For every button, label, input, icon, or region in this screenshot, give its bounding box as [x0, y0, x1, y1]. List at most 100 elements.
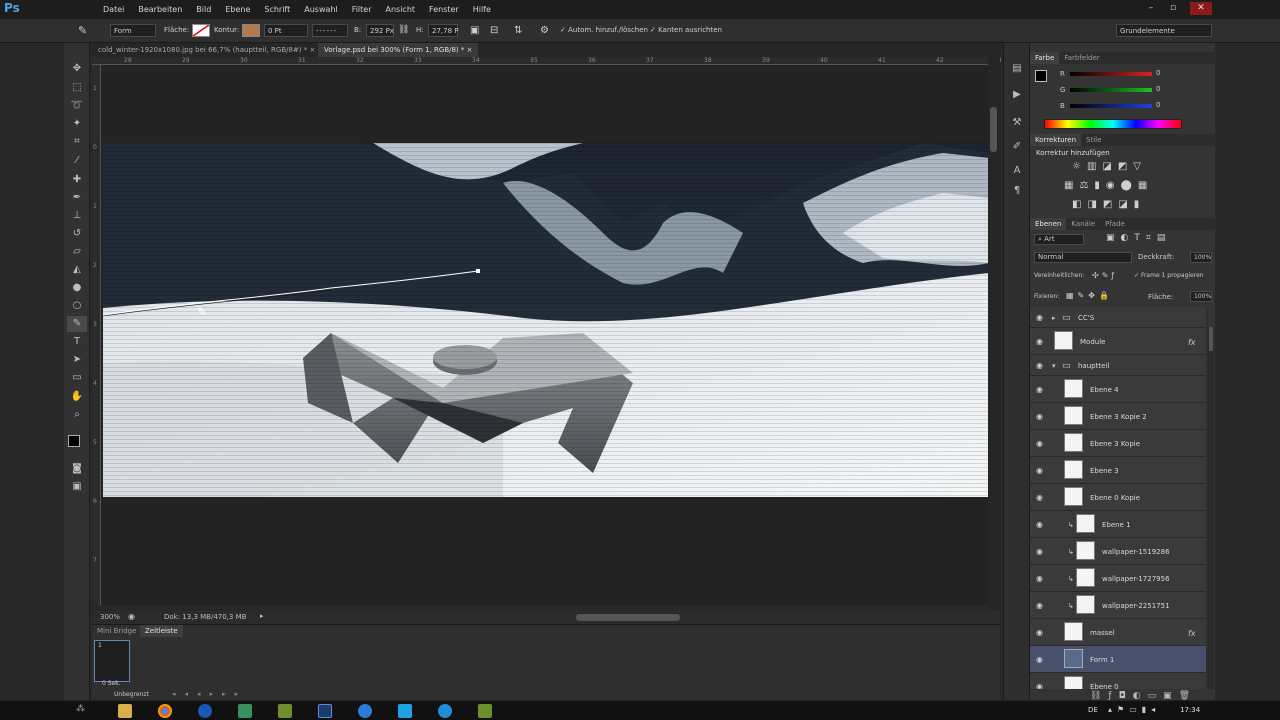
gradient-tool-icon[interactable]: ◭ [67, 262, 87, 278]
tab-mini-bridge[interactable]: Mini Bridge [92, 625, 141, 637]
hand-tool-icon[interactable]: ✋ [67, 389, 87, 405]
layer-filter-icons[interactable]: ▣◐T⌗▤ [1106, 233, 1171, 243]
layer-row[interactable]: ◉ Ebene 4 [1030, 376, 1206, 403]
menu-item[interactable]: Hilfe [466, 0, 498, 19]
tab-color[interactable]: Farbe [1030, 52, 1060, 64]
tab-channels[interactable]: Kanäle [1066, 218, 1100, 230]
layer-name[interactable]: Ebene 0 [1090, 683, 1119, 690]
visibility-eye-icon[interactable]: ◉ [1036, 682, 1046, 689]
unify-icons[interactable]: ✣✎ƒ [1092, 271, 1117, 280]
layer-name[interactable]: Ebene 3 Kopie [1090, 440, 1140, 448]
path-selection-tool-icon[interactable]: ➤ [67, 352, 87, 368]
foreground-color-swatch[interactable] [68, 435, 80, 447]
path-alignment-icon[interactable]: ⊟ [490, 24, 498, 37]
blur-tool-icon[interactable]: ● [67, 280, 87, 296]
path-operations-icon[interactable]: ▣ [470, 24, 479, 37]
status-arrow-icon[interactable]: ▸ [260, 612, 264, 620]
pen-tool-icon[interactable]: ✎ [67, 316, 87, 332]
group-toggle-icon[interactable]: ▾ [1052, 362, 1056, 370]
fill-input[interactable]: 100% [1190, 291, 1212, 302]
app-icon-4[interactable] [238, 704, 252, 718]
tool-mode-select[interactable]: Form [110, 24, 156, 37]
layer-row[interactable]: ◉ ▸ ▭ CC'S [1030, 307, 1206, 328]
visibility-eye-icon[interactable]: ◉ [1036, 466, 1046, 475]
rectangle-tool-icon[interactable]: ▭ [67, 370, 87, 386]
layer-row[interactable]: ◉ ↳ wallpaper-1727956 [1030, 565, 1206, 592]
layer-row[interactable]: ◉ Ebene 0 [1030, 673, 1206, 689]
channel-value[interactable]: 0 [1156, 69, 1186, 77]
minimize-icon[interactable]: – [1144, 2, 1158, 15]
pen-tool-icon[interactable]: ✎ [78, 24, 87, 37]
visibility-eye-icon[interactable]: ◉ [1036, 601, 1046, 610]
tab-timeline[interactable]: Zeitleiste [140, 625, 183, 637]
channel-slider[interactable] [1070, 88, 1152, 92]
adjustment-icons-row-1[interactable]: ☼▥◪◩▽ [1072, 161, 1147, 172]
layer-row[interactable]: ◉ massel fx [1030, 619, 1206, 646]
visibility-eye-icon[interactable]: ◉ [1036, 361, 1046, 370]
app-icon-7[interactable] [358, 704, 372, 718]
layer-name[interactable]: Ebene 3 [1090, 467, 1119, 475]
crop-tool-icon[interactable]: ⌗ [67, 134, 87, 150]
paragraph-icon[interactable]: ¶ [1007, 183, 1027, 199]
color-spectrum[interactable] [1044, 119, 1182, 129]
channel-value[interactable]: 0 [1156, 85, 1186, 93]
history-icon[interactable]: ▤ [1007, 61, 1027, 77]
fill-swatch[interactable] [192, 24, 210, 37]
character-icon[interactable]: A [1007, 163, 1027, 179]
frame-thumbnail[interactable]: 1 [94, 640, 130, 682]
clock[interactable]: 17:34 [1180, 706, 1200, 714]
layer-name[interactable]: hauptteil [1078, 362, 1109, 370]
fg-color-swatch[interactable] [1035, 70, 1047, 82]
align-edges-checkbox[interactable]: ✓ Kanten ausrichten [650, 24, 722, 37]
layer-name[interactable]: wallpaper-2251751 [1102, 602, 1170, 610]
visibility-eye-icon[interactable]: ◉ [1036, 655, 1046, 664]
channel-slider[interactable] [1070, 104, 1152, 108]
tray-icons[interactable]: ▴⚑▭▮◂ [1108, 705, 1160, 714]
blend-mode-select[interactable]: Normal [1034, 252, 1132, 263]
stroke-swatch[interactable] [242, 24, 260, 37]
vertical-scroll-thumb[interactable] [990, 107, 997, 152]
adjustment-icons-row-3[interactable]: ◧◨◩◪▮ [1072, 199, 1145, 210]
magic-wand-tool-icon[interactable]: ✦ [67, 116, 87, 132]
visibility-eye-icon[interactable]: ◉ [1036, 385, 1046, 394]
playback-controls[interactable]: ◂◂◂▸▸▸ [172, 690, 247, 698]
layer-name[interactable]: Form 1 [1090, 656, 1114, 664]
status-info-icon[interactable]: ◉ [128, 612, 135, 621]
lasso-tool-icon[interactable]: ➰ [67, 98, 87, 114]
opacity-input[interactable]: 100% [1190, 252, 1212, 263]
close-icon[interactable]: ✕ [1190, 2, 1212, 15]
visibility-eye-icon[interactable]: ◉ [1036, 520, 1046, 529]
link-icon[interactable]: ⛓ [398, 24, 409, 37]
tool-presets-icon[interactable]: ⚒ [1007, 115, 1027, 131]
channel-slider[interactable] [1070, 72, 1152, 76]
group-toggle-icon[interactable]: ▸ [1052, 314, 1056, 322]
stroke-width-input[interactable]: 0 Pt [264, 24, 308, 37]
layer-row[interactable]: ◉ ↳ wallpaper-2251751 [1030, 592, 1206, 619]
tab-layers[interactable]: Ebenen [1030, 218, 1067, 230]
layer-row[interactable]: ◉ Ebene 0 Kopie [1030, 484, 1206, 511]
tab-adjustments[interactable]: Korrekturen [1030, 134, 1082, 146]
workspace-select[interactable]: Grundelemente [1116, 24, 1212, 37]
layer-row[interactable]: ◉ Module fx [1030, 328, 1206, 355]
horizontal-scroll-thumb[interactable] [576, 614, 680, 621]
lock-icons[interactable]: ▦✎✥🔒 [1066, 291, 1113, 300]
layer-row[interactable]: ◉ Ebene 3 Kopie 2 [1030, 403, 1206, 430]
menu-item[interactable]: Bild [189, 0, 218, 19]
app-icon-5[interactable] [278, 704, 292, 718]
pen-path[interactable]: ✎ [101, 260, 491, 330]
dodge-tool-icon[interactable]: ○ [67, 298, 87, 314]
language-indicator[interactable]: DE [1088, 706, 1098, 714]
visibility-eye-icon[interactable]: ◉ [1036, 574, 1046, 583]
layer-name[interactable]: massel [1090, 629, 1115, 637]
layer-name[interactable]: Ebene 3 Kopie 2 [1090, 413, 1147, 421]
eraser-tool-icon[interactable]: ▱ [67, 244, 87, 260]
photoshop-taskbar-icon[interactable] [318, 704, 332, 718]
visibility-eye-icon[interactable]: ◉ [1036, 412, 1046, 421]
layer-name[interactable]: Ebene 4 [1090, 386, 1119, 394]
maximize-icon[interactable]: ▫ [1166, 2, 1180, 15]
visibility-eye-icon[interactable]: ◉ [1036, 547, 1046, 556]
layer-row[interactable]: ◉ ▾ ▭ hauptteil [1030, 355, 1206, 376]
channel-value[interactable]: 0 [1156, 101, 1186, 109]
brush-presets-icon[interactable]: ✐ [1007, 139, 1027, 155]
stamp-tool-icon[interactable]: ⊥ [67, 208, 87, 224]
